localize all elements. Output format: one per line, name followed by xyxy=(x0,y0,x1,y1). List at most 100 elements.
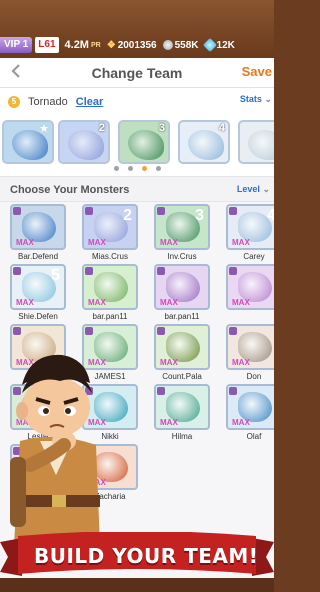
gold-counter[interactable]: ❖ 2001356 xyxy=(107,40,157,51)
max-level-badge: MAX xyxy=(88,238,106,247)
max-level-badge: MAX xyxy=(232,298,250,307)
monster-name: Bar.Defend xyxy=(17,252,59,261)
element-icon xyxy=(13,327,21,335)
gold-dragon-icon: ❖ xyxy=(106,39,116,51)
max-level-badge: MAX xyxy=(160,418,178,427)
page-dot[interactable] xyxy=(127,165,133,171)
max-level-badge: MAX xyxy=(232,238,250,247)
gold-value: 2001356 xyxy=(117,39,157,51)
power-value: 4.2M xyxy=(64,39,89,51)
gem-value: 12K xyxy=(216,39,235,51)
max-level-badge: MAX xyxy=(16,298,34,307)
stats-label: Stats xyxy=(239,94,262,104)
clear-button[interactable]: Clear xyxy=(76,96,104,108)
max-level-badge: MAX xyxy=(16,238,34,247)
team-slot-5[interactable] xyxy=(238,120,274,164)
team-number-badge: 5 xyxy=(8,96,20,108)
monster-name: bar.pan11 xyxy=(92,312,128,321)
element-icon xyxy=(13,267,21,275)
monster-card[interactable]: MAX xyxy=(154,384,210,430)
monster-icon xyxy=(128,130,164,160)
monster-name: bar.pan11 xyxy=(164,312,200,321)
team-slot-3[interactable]: 3 xyxy=(118,120,170,164)
monster-card[interactable]: MAX xyxy=(82,264,138,310)
promo-banner: BUILD YOUR TEAM! xyxy=(0,532,274,582)
page-dot[interactable] xyxy=(113,165,119,171)
section-title: Choose Your Monsters xyxy=(10,184,130,196)
power-rating: 4.2M PR xyxy=(65,39,101,51)
stats-dropdown[interactable]: Stats ⌄ xyxy=(240,94,272,105)
element-icon xyxy=(157,327,165,335)
monster-card[interactable]: MAX xyxy=(10,204,66,250)
monster-card[interactable]: MAX xyxy=(226,324,274,370)
monster-card[interactable]: MAX xyxy=(154,324,210,370)
power-unit: PR xyxy=(90,41,101,49)
silver-coin-icon xyxy=(162,40,173,50)
monster-name: Hilma xyxy=(171,432,193,441)
monster-name: Don xyxy=(246,372,262,381)
element-icon xyxy=(229,327,237,335)
max-level-badge: MAX xyxy=(160,358,178,367)
gem-icon xyxy=(202,37,217,53)
monster-card[interactable]: 2 MAX xyxy=(82,204,138,250)
team-position-number: 3 xyxy=(195,207,204,224)
silver-counter[interactable]: 558K xyxy=(162,39,199,51)
monster-icon xyxy=(188,130,224,160)
max-level-badge: MAX xyxy=(232,418,250,427)
page-title: Change Team xyxy=(91,65,183,81)
team-position-number: 4 xyxy=(267,207,274,225)
max-level-badge: MAX xyxy=(232,358,250,367)
element-icon xyxy=(157,387,165,395)
top-bar: VIP 1 L61 4.2M PR ❖ 2001356 558K 12K xyxy=(0,0,274,58)
team-position-number: 2 xyxy=(123,207,132,224)
team-name-bar: 5 Tornado Clear Stats ⌄ xyxy=(0,88,274,116)
monster-name: Count.Pala xyxy=(162,372,202,381)
element-icon xyxy=(229,267,237,275)
team-slot-1[interactable]: ★ xyxy=(2,120,54,164)
max-level-badge: MAX xyxy=(160,298,178,307)
monster-card[interactable]: MAX xyxy=(226,384,274,430)
monster-card[interactable]: MAX xyxy=(226,264,274,310)
chevron-down-icon: ⌄ xyxy=(262,184,270,194)
sort-label: Level xyxy=(236,184,260,194)
page-indicator xyxy=(0,160,274,176)
monster-name: Inv.Crus xyxy=(167,252,197,261)
page-dot[interactable] xyxy=(155,165,161,171)
slot-number: 4 xyxy=(218,122,225,134)
monster-name: Mias.Crus xyxy=(91,252,128,261)
silver-value: 558K xyxy=(174,39,199,51)
element-icon xyxy=(229,207,237,215)
max-level-badge: MAX xyxy=(160,238,178,247)
status-row: VIP 1 L61 4.2M PR ❖ 2001356 558K 12K xyxy=(0,34,274,56)
slot-number: 2 xyxy=(98,122,105,134)
star-icon: ★ xyxy=(39,123,49,135)
team-slot-2[interactable]: 2 xyxy=(58,120,110,164)
element-icon xyxy=(157,207,165,215)
monster-icon xyxy=(68,130,104,160)
element-icon xyxy=(13,207,21,215)
monster-card[interactable]: 3 MAX xyxy=(154,204,210,250)
hero-character-illustration xyxy=(10,354,100,545)
monster-name: Shie.Defen xyxy=(18,312,58,321)
max-level-badge: MAX xyxy=(88,298,106,307)
sort-dropdown[interactable]: Level ⌄ xyxy=(237,184,270,195)
page-dot-active[interactable] xyxy=(141,165,147,171)
element-icon xyxy=(85,327,93,335)
header: Change Team Save xyxy=(0,58,274,88)
gem-counter[interactable]: 12K xyxy=(202,37,235,53)
element-icon xyxy=(85,267,93,275)
monster-card[interactable]: 5 MAX xyxy=(10,264,66,310)
vip-badge[interactable]: VIP 1 xyxy=(0,37,33,53)
monster-icon xyxy=(248,130,274,160)
choose-monsters-bar: Choose Your Monsters Level ⌄ xyxy=(0,176,274,202)
chevron-down-icon: ⌄ xyxy=(264,94,272,104)
slot-number: 3 xyxy=(158,122,165,134)
team-slot-4[interactable]: 4 xyxy=(178,120,230,164)
monster-name: Carey xyxy=(243,252,265,261)
monster-card[interactable]: MAX xyxy=(154,264,210,310)
element-icon xyxy=(229,387,237,395)
banner-text: BUILD YOUR TEAM! xyxy=(34,544,259,568)
monster-name: Olaf xyxy=(246,432,262,441)
save-button[interactable]: Save xyxy=(242,64,272,79)
monster-card[interactable]: 4 MAX xyxy=(226,204,274,250)
